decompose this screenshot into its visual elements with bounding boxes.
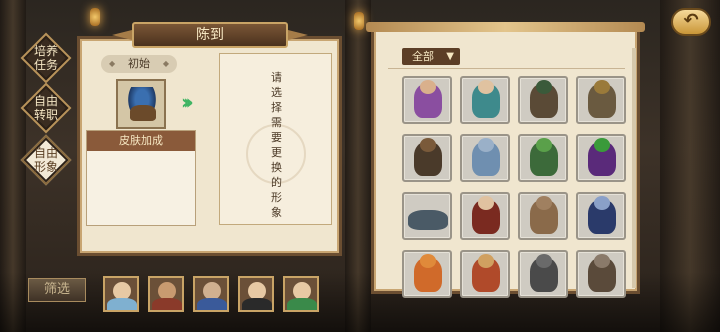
appearance-option[interactable] <box>576 192 626 240</box>
appearance-option[interactable] <box>402 76 452 124</box>
filter-selected: 全部 <box>412 50 434 63</box>
appearance-option[interactable] <box>518 134 568 182</box>
skin-bonus-box: 皮肤加成 <box>86 130 196 226</box>
menu-label: 自由 转职 <box>33 94 58 122</box>
unit-head-icon <box>536 138 552 152</box>
hero-avatar[interactable] <box>238 276 274 312</box>
hero-avatar[interactable] <box>193 276 229 312</box>
hero-body-icon <box>242 298 272 310</box>
unit-head-icon <box>536 80 552 94</box>
appearance-option[interactable] <box>460 250 510 298</box>
hero-avatar[interactable] <box>148 276 184 312</box>
horse-icon <box>130 105 156 121</box>
unit-head-icon <box>594 138 610 152</box>
appearance-option[interactable] <box>576 76 626 124</box>
appearance-option[interactable] <box>576 250 626 298</box>
appearance-option[interactable] <box>518 250 568 298</box>
hero-avatar[interactable] <box>283 276 319 312</box>
appearance-select-slot[interactable]: 请 选 择 需 要 更 换 的 形 象 <box>219 53 332 225</box>
double-chevron-right-icon: ››› <box>181 90 194 114</box>
appearance-option[interactable] <box>518 192 568 240</box>
unit-head-icon <box>536 196 552 210</box>
unit-head-icon <box>478 254 494 268</box>
menu-free-job-change[interactable]: 自由 转职 <box>20 82 72 134</box>
menu-training-task[interactable]: 培养 任务 <box>20 32 72 84</box>
category-filter-dropdown[interactable]: 全部 ▼ <box>402 48 460 65</box>
unit-head-icon <box>478 196 494 210</box>
panel-top-ornament <box>366 22 645 32</box>
hero-body-icon <box>107 298 137 310</box>
select-prompt: 请 选 择 需 要 更 换 的 形 象 <box>271 71 282 219</box>
filter-button[interactable]: 筛选 <box>28 278 86 302</box>
unit-figure-icon <box>408 210 448 230</box>
unit-head-icon <box>478 138 494 152</box>
hero-avatar[interactable] <box>103 276 139 312</box>
unit-head-icon <box>420 254 436 268</box>
menu-label: 培养 任务 <box>33 44 58 72</box>
appearance-option[interactable] <box>402 192 452 240</box>
hero-body-icon <box>287 298 317 310</box>
unit-head-icon <box>594 196 610 210</box>
hero-body-icon <box>197 298 227 310</box>
scrollbar[interactable] <box>632 48 636 288</box>
appearance-option[interactable] <box>402 134 452 182</box>
menu-free-appearance[interactable]: 自由 形象 <box>20 134 72 186</box>
current-appearance-portrait[interactable] <box>116 79 166 129</box>
skin-bonus-header: 皮肤加成 <box>87 131 195 151</box>
lantern-icon <box>90 8 100 26</box>
appearance-option[interactable] <box>518 76 568 124</box>
divider <box>388 68 625 69</box>
back-button[interactable]: ↶ <box>671 8 711 36</box>
appearance-option[interactable] <box>402 250 452 298</box>
unit-head-icon <box>594 80 610 94</box>
appearance-option[interactable] <box>460 192 510 240</box>
unit-head-icon <box>594 254 610 268</box>
unit-head-icon <box>420 138 436 152</box>
menu-label: 自由 形象 <box>33 146 58 174</box>
initial-label: 初始 <box>101 55 177 73</box>
appearance-option[interactable] <box>460 134 510 182</box>
unit-head-icon <box>536 254 552 268</box>
lantern-icon <box>354 12 364 30</box>
character-name-title: 陈到 <box>132 22 288 48</box>
unit-head-icon <box>420 80 436 94</box>
chevron-down-icon: ▼ <box>446 51 454 62</box>
unit-head-icon <box>478 80 494 94</box>
appearance-option[interactable] <box>460 76 510 124</box>
appearance-option[interactable] <box>576 134 626 182</box>
hero-body-icon <box>152 298 182 310</box>
back-arrow-icon: ↶ <box>683 10 699 31</box>
